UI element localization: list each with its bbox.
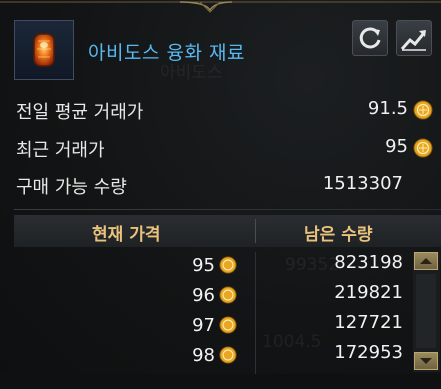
buyable-qty-label: 구매 가능 수량 xyxy=(16,177,127,198)
buyable-qty-value: 1513307 xyxy=(322,173,403,194)
price-chart-button[interactable] xyxy=(396,20,432,56)
row-price: 96 xyxy=(192,285,215,306)
top-ornament xyxy=(0,1,441,13)
gold-coin-icon xyxy=(413,138,433,158)
refresh-icon xyxy=(359,27,381,49)
item-icon-frame xyxy=(14,20,74,80)
row-price: 95 xyxy=(192,255,215,276)
row-qty: 823198 xyxy=(334,252,403,273)
avg-price-value: 91.5 xyxy=(367,98,408,119)
market-tooltip-panel: 아비도스 아비도스 융화 재료 전일 평균 거래가 91.5 최근 거래가 95… xyxy=(0,0,441,389)
row-qty: 127721 xyxy=(334,312,403,333)
avg-price-label: 전일 평균 거래가 xyxy=(16,102,144,123)
body-column-separator xyxy=(255,252,256,374)
bottom-edge xyxy=(0,374,441,389)
remaining-qty-column-header: 남은 수량 xyxy=(304,225,373,245)
row-price: 97 xyxy=(192,315,215,336)
row-qty: 219821 xyxy=(334,282,403,303)
scrollbar-track[interactable] xyxy=(416,274,436,348)
gold-coin-icon xyxy=(413,100,433,120)
gold-coin-icon xyxy=(219,316,237,334)
refresh-button[interactable] xyxy=(352,20,388,56)
recent-price-label: 최근 거래가 xyxy=(16,140,105,161)
fusion-material-icon xyxy=(33,33,55,67)
gold-coin-icon xyxy=(219,286,237,304)
chevron-down-icon xyxy=(420,358,432,364)
price-table-header: 현재 가격 남은 수량 xyxy=(14,215,441,247)
scroll-down-button[interactable] xyxy=(414,352,438,370)
header-column-separator xyxy=(255,219,256,243)
gold-coin-icon xyxy=(219,346,237,364)
current-price-column-header: 현재 가격 xyxy=(92,225,161,245)
trend-chart-icon xyxy=(400,30,426,51)
gold-coin-icon xyxy=(219,256,237,274)
chevron-up-icon xyxy=(420,258,432,264)
table-scrollbar[interactable] xyxy=(413,252,440,372)
row-qty: 172953 xyxy=(334,342,403,363)
item-name: 아비도스 융화 재료 xyxy=(88,42,245,64)
scroll-up-button[interactable] xyxy=(414,252,438,270)
section-divider xyxy=(14,209,441,210)
recent-price-value: 95 xyxy=(385,136,408,157)
row-price: 98 xyxy=(192,345,215,366)
